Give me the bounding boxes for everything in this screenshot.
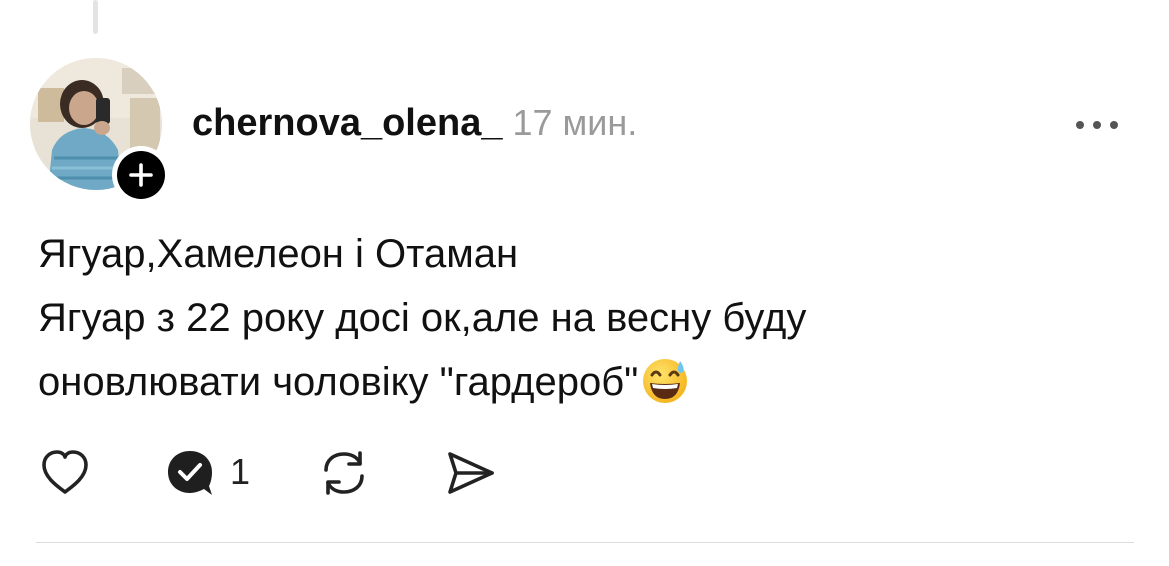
thread-connector-line (93, 0, 98, 34)
post-header: chernova_olena_ 17 мин. (192, 102, 637, 145)
post-timestamp: 17 мин. (512, 102, 638, 143)
reply-button[interactable]: 1 (162, 446, 262, 500)
post-divider (36, 542, 1134, 543)
reply-count: 1 (230, 451, 251, 492)
more-dots-icon (1076, 121, 1118, 129)
follow-button[interactable] (112, 146, 170, 204)
heart-icon (42, 450, 88, 494)
share-button[interactable] (442, 446, 498, 500)
like-button[interactable] (38, 446, 92, 500)
repost-arrows-icon (324, 451, 364, 495)
post-text: Ягуар,Хамелеон і Отаман Ягуар з 22 року … (38, 222, 1128, 424)
post-text-line: Ягуар,Хамелеон і Отаман (38, 232, 519, 276)
avatar-container[interactable] (30, 58, 170, 204)
post-text-line-content: оновлювати чоловіку "гардероб" (38, 360, 639, 404)
username-link[interactable]: chernova_olena_ (192, 102, 502, 145)
more-options-button[interactable] (1066, 108, 1128, 142)
repost-button[interactable] (316, 446, 372, 500)
post-text-line: Ягуар з 22 року досі ок,але на весну буд… (38, 296, 807, 340)
comment-bubble-check-icon (168, 451, 212, 495)
plus-icon (117, 151, 165, 199)
post-text-line-last: оновлювати чоловіку "гардероб" (38, 350, 1128, 424)
grinning-face-with-sweat-icon (640, 355, 690, 424)
send-icon (448, 452, 494, 494)
